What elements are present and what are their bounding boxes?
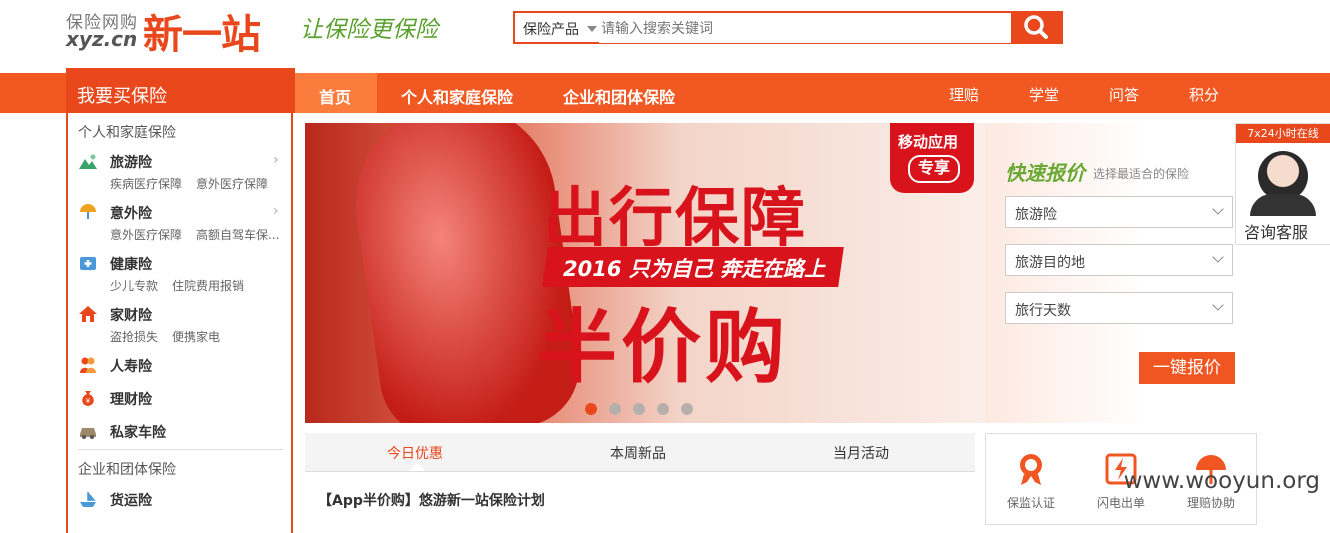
- service-hours: 7x24小时在线: [1236, 124, 1330, 143]
- active-tab-indicator: [409, 463, 425, 471]
- sidebar-item-health[interactable]: 健康险: [110, 254, 152, 274]
- watermark: www.wooyun.org: [1123, 468, 1320, 494]
- sidebar-item-travel[interactable]: 旅游险: [110, 152, 152, 172]
- logo-domain[interactable]: xyz.cn: [66, 27, 137, 51]
- money-bag-icon: ¥: [82, 391, 94, 406]
- medal-icon: [1020, 454, 1042, 485]
- umbrella-icon: [80, 204, 96, 219]
- sidebar-item-finance[interactable]: 理财险: [110, 389, 152, 409]
- tab-weekly-new[interactable]: 本周新品: [610, 443, 666, 463]
- carousel-dot[interactable]: [681, 403, 693, 415]
- nav-points[interactable]: 积分: [1189, 84, 1219, 105]
- search-button[interactable]: [1011, 11, 1063, 44]
- chevron-down-icon: [1212, 299, 1224, 311]
- select-value: 旅游目的地: [1015, 255, 1085, 271]
- nav-home[interactable]: 首页: [319, 84, 351, 108]
- sidebar-divider: [78, 449, 283, 450]
- carousel-dot[interactable]: [633, 403, 645, 415]
- mobile-tag-line2: 专享: [908, 155, 960, 183]
- promo-banner[interactable]: 出行保障 2016 只为自己 奔走在路上 半价购 移动应用 专享: [305, 123, 985, 423]
- sidebar-item-property[interactable]: 家财险: [110, 305, 152, 325]
- nav-enterprise-insurance[interactable]: 企业和团体保险: [563, 84, 675, 108]
- enterprise-section-title[interactable]: 企业和团体保险: [78, 459, 176, 479]
- promo-link[interactable]: 【App半价购】悠游新一站保险计划: [318, 490, 545, 510]
- chevron-down-icon: [1212, 203, 1224, 215]
- house-icon: [79, 306, 97, 322]
- search-icon: [1024, 15, 1048, 39]
- sidebar-sub-link[interactable]: 少儿专款: [110, 277, 158, 294]
- destination-select[interactable]: 旅游目的地: [1005, 244, 1233, 276]
- carousel-dot[interactable]: [585, 403, 597, 415]
- nav-claims[interactable]: 理赔: [949, 84, 979, 105]
- slogan: 让保险更保险: [300, 17, 438, 43]
- personal-section-title[interactable]: 个人和家庭保险: [78, 122, 176, 142]
- insurance-type-select[interactable]: 旅游险: [1005, 196, 1233, 228]
- sidebar-item-life[interactable]: 人寿险: [110, 356, 152, 376]
- carousel-dot[interactable]: [609, 403, 621, 415]
- buy-insurance-header[interactable]: 我要买保险: [66, 68, 295, 113]
- search-input[interactable]: [599, 15, 1013, 43]
- sidebar-sub-link[interactable]: 意外医疗保障: [110, 226, 182, 243]
- tab-today-deals[interactable]: 今日优惠: [387, 443, 443, 463]
- category-sidebar: 个人和家庭保险 旅游险 › 疾病医疗保障 意外医疗保障 意外险 › 意外医疗保障…: [66, 113, 293, 533]
- feature-certified[interactable]: 保监认证: [986, 434, 1076, 524]
- sidebar-item-cargo[interactable]: 货运险: [110, 490, 152, 510]
- car-icon: [80, 428, 96, 439]
- chevron-down-icon: [1212, 251, 1224, 263]
- buy-insurance-title: 我要买保险: [77, 86, 167, 107]
- sidebar-sub-link[interactable]: 高额自驾车保...: [196, 226, 279, 243]
- mountain-icon: [79, 154, 97, 169]
- nav-personal-insurance[interactable]: 个人和家庭保险: [401, 84, 513, 108]
- select-value: 旅行天数: [1015, 303, 1071, 319]
- sidebar-sub-link[interactable]: 意外医疗保障: [196, 175, 268, 192]
- quick-quote-subtitle: 选择最适合的保险: [1093, 167, 1190, 181]
- mobile-tag-line1: 移动应用: [898, 133, 959, 151]
- nav-school[interactable]: 学堂: [1029, 84, 1059, 105]
- quick-quote-panel: 快速报价 选择最适合的保险 旅游险 旅游目的地 旅行天数 一键报价: [985, 123, 1255, 423]
- chevron-down-icon[interactable]: [587, 26, 597, 32]
- people-icon: [80, 357, 96, 373]
- sidebar-sub-link[interactable]: 住院费用报销: [172, 277, 244, 294]
- deals-tabs: 今日优惠 本周新品 当月活动: [305, 433, 975, 472]
- chevron-right-icon: ›: [273, 152, 279, 168]
- carousel-dots: [585, 400, 705, 419]
- feature-label: 理赔协助: [1186, 496, 1235, 510]
- tab-monthly-events[interactable]: 当月活动: [833, 443, 889, 463]
- medical-kit-icon: [80, 257, 96, 270]
- chevron-right-icon: ›: [273, 203, 279, 219]
- banner-big-text: 半价购: [537, 301, 789, 394]
- sidebar-sub-link[interactable]: 便携家电: [172, 328, 220, 345]
- banner-title: 出行保障: [543, 182, 807, 256]
- logo-wordmark[interactable]: 新一站: [143, 2, 261, 60]
- quick-quote-button[interactable]: 一键报价: [1139, 352, 1235, 384]
- search-bar: 保险产品: [513, 11, 1063, 44]
- feature-label: 保监认证: [1006, 496, 1055, 510]
- svg-text:¥: ¥: [86, 397, 91, 405]
- consult-service-label: 咨询客服: [1244, 223, 1309, 242]
- agent-avatar-body: [1250, 194, 1316, 216]
- search-category-select[interactable]: 保险产品: [523, 19, 579, 39]
- select-value: 旅游险: [1015, 207, 1057, 223]
- sidebar-sub-link[interactable]: 盗抢损失: [110, 328, 158, 345]
- sidebar-sub-link[interactable]: 疾病医疗保障: [110, 175, 182, 192]
- nav-qa[interactable]: 问答: [1109, 84, 1139, 105]
- sidebar-item-accident[interactable]: 意外险: [110, 203, 152, 223]
- carousel-dot[interactable]: [657, 403, 669, 415]
- banner-strip-text: 2016 只为自己 奔走在路上: [563, 257, 826, 281]
- sidebar-item-car[interactable]: 私家车险: [110, 422, 166, 442]
- quick-quote-title: 快速报价: [1005, 161, 1085, 185]
- travel-days-select[interactable]: 旅行天数: [1005, 292, 1233, 324]
- mobile-exclusive-tag[interactable]: 移动应用 专享: [890, 123, 974, 193]
- online-service-widget[interactable]: 7x24小时在线 咨询客服: [1235, 123, 1330, 245]
- ship-icon: [80, 492, 96, 507]
- feature-label: 闪电出单: [1096, 496, 1145, 510]
